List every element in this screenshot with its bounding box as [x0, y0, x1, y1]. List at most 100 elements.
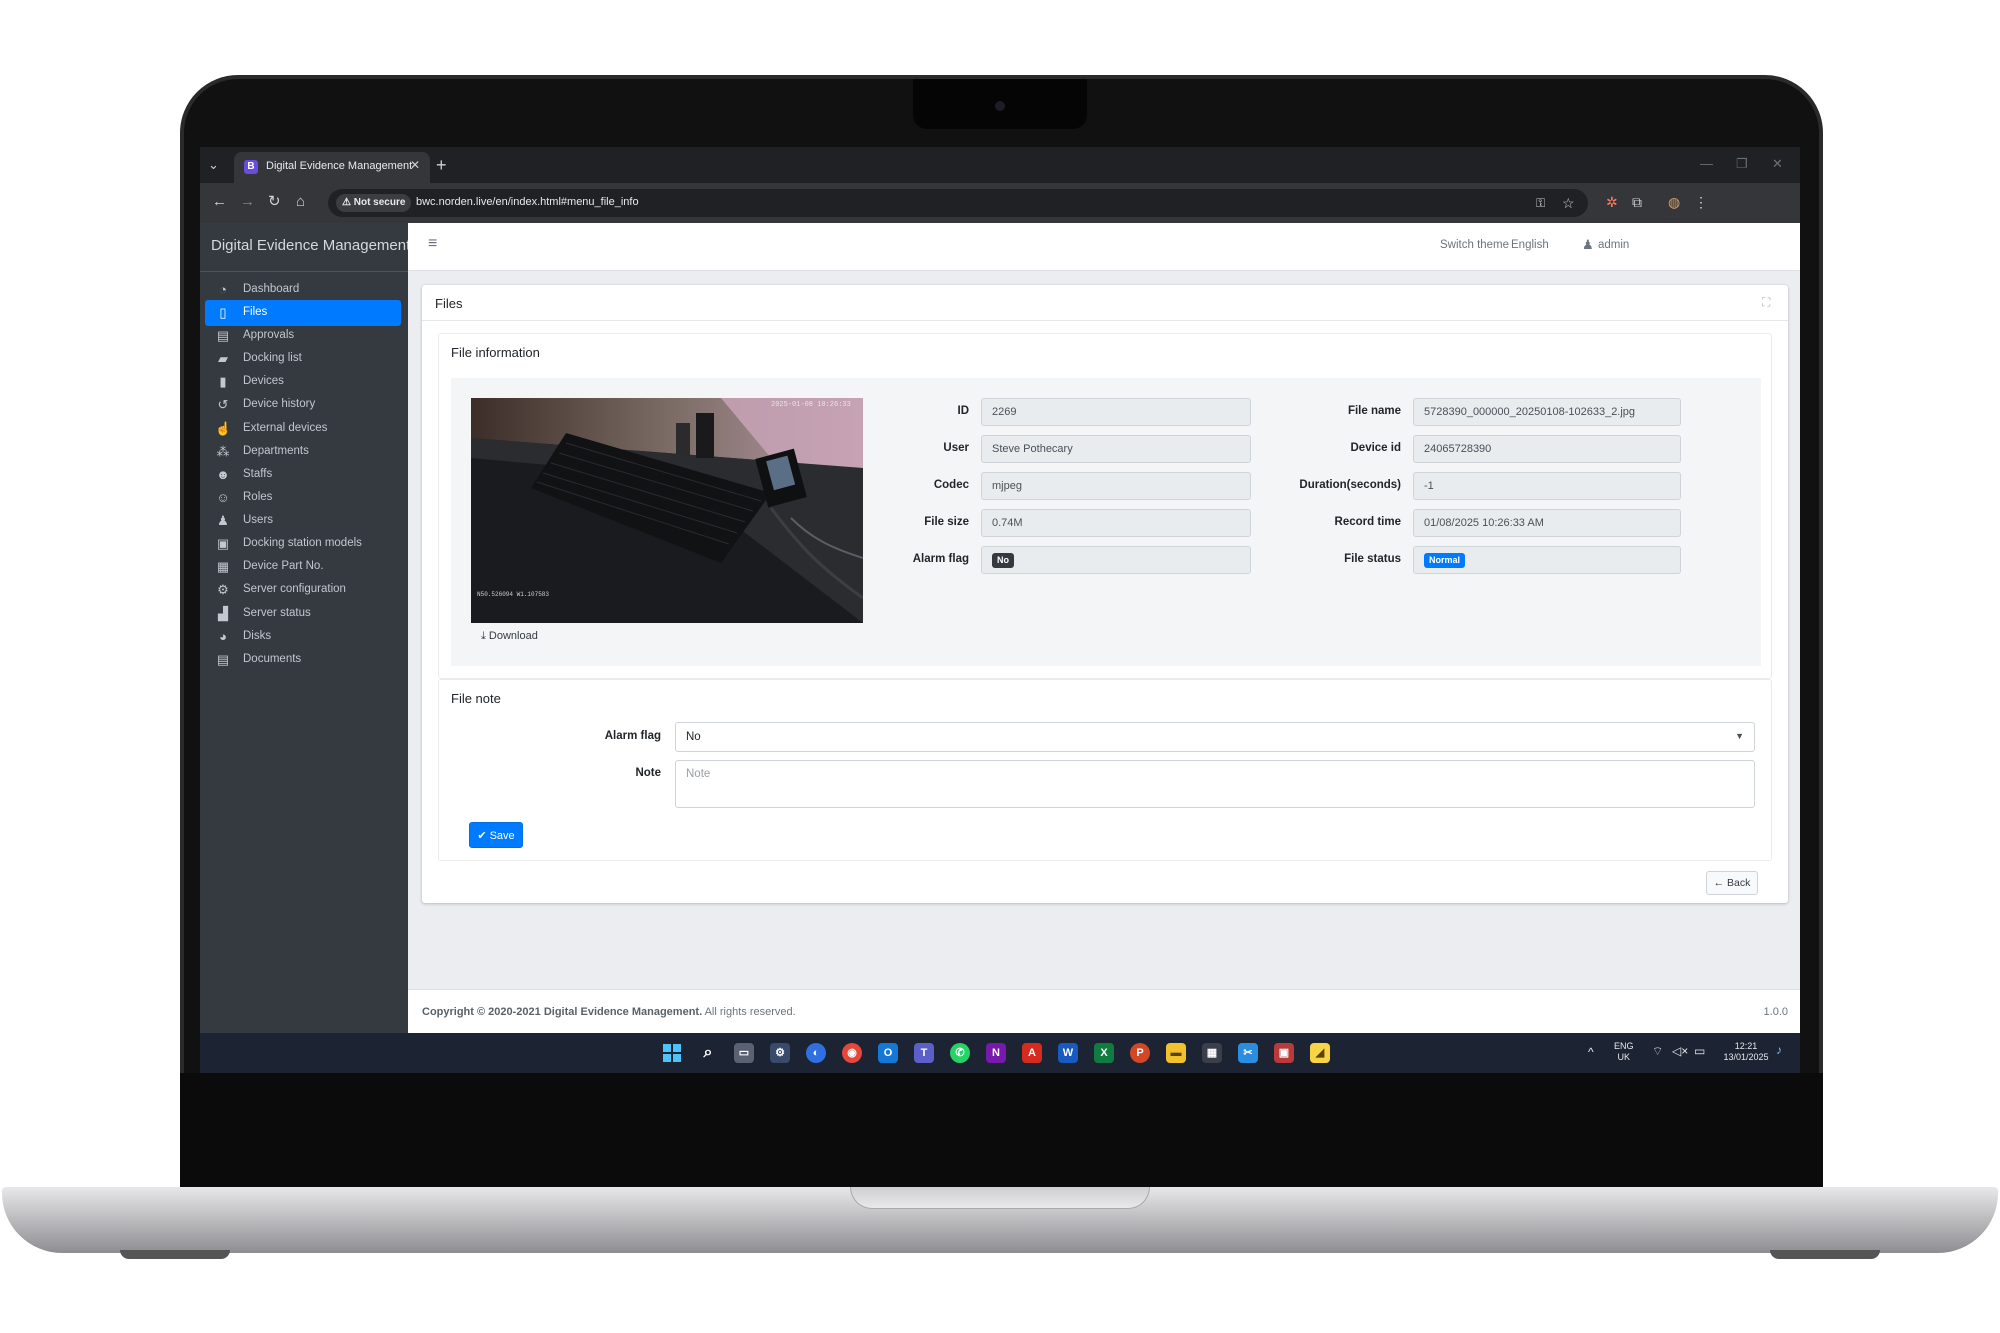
back-arrow-icon[interactable]: ←: [212, 193, 227, 211]
hubspot-extension-icon[interactable]: ✲: [1606, 193, 1618, 211]
sidebar-item-server-configuration[interactable]: ⚙ Server configuration: [205, 577, 401, 603]
pie-icon: ◕: [219, 629, 227, 644]
file-status-field[interactable]: Normal: [1413, 546, 1681, 574]
sidebar-item-label: Files: [243, 306, 268, 318]
notification-bell-icon[interactable]: ♪: [1776, 1044, 1782, 1056]
word-icon[interactable]: W: [1058, 1043, 1078, 1063]
laptop-foot-left: [120, 1250, 230, 1259]
password-key-icon[interactable]: ⚿: [1536, 194, 1545, 212]
teams-icon[interactable]: T: [914, 1043, 934, 1063]
reload-icon[interactable]: ↻: [268, 193, 281, 211]
sidebar-item-label: Approvals: [243, 329, 295, 341]
browser-tab-strip: ⌄ B Digital Evidence Management ✕ + — ❐ …: [200, 147, 1800, 183]
snipping-tool-icon[interactable]: ✂: [1238, 1043, 1258, 1063]
note-textarea[interactable]: [675, 760, 1755, 808]
tab-title: Digital Evidence Management: [266, 160, 413, 172]
clock[interactable]: 12:21 13/01/2025: [1720, 1041, 1772, 1063]
file-size-field[interactable]: 0.74M: [981, 509, 1251, 537]
alarm-flag-badge: No: [992, 553, 1014, 568]
forward-arrow-icon[interactable]: →: [240, 193, 255, 211]
volume-muted-icon[interactable]: ◁×: [1672, 1045, 1688, 1057]
sidebar-item-label: Device history: [243, 398, 316, 410]
file-explorer-icon[interactable]: ▬: [1166, 1043, 1186, 1063]
browser-tab[interactable]: B Digital Evidence Management ✕: [234, 152, 430, 183]
file-name-field[interactable]: 5728390_000000_20250108-102633_2.jpg: [1413, 398, 1681, 426]
tab-close-icon[interactable]: ✕: [410, 158, 420, 172]
tab-search-icon[interactable]: ⌄: [208, 155, 219, 175]
window-close-icon[interactable]: ✕: [1772, 154, 1783, 174]
camera-icon: [995, 101, 1005, 111]
task-view-icon[interactable]: ▭: [734, 1043, 754, 1063]
copyright-bold: Copyright © 2020-2021 Digital Evidence M…: [422, 1006, 703, 1018]
download-label: Download: [488, 630, 538, 642]
new-tab-icon[interactable]: +: [436, 155, 447, 175]
laptop-chin: [180, 1073, 1823, 1190]
note-label: Note: [635, 767, 661, 779]
record-time-label: Record time: [1334, 516, 1401, 528]
home-icon[interactable]: ⌂: [296, 193, 305, 211]
id-field[interactable]: 2269: [981, 398, 1251, 426]
roles-icon: ☺: [216, 490, 230, 505]
excel-icon[interactable]: X: [1094, 1043, 1114, 1063]
outlook-icon[interactable]: O: [878, 1043, 898, 1063]
chrome-icon[interactable]: ◉: [842, 1043, 862, 1063]
sidebar-item-label: Devices: [243, 375, 284, 387]
windows-start-icon[interactable]: [662, 1043, 682, 1063]
battery-icon[interactable]: ▭: [1694, 1045, 1705, 1057]
device-id-field[interactable]: 24065728390: [1413, 435, 1681, 463]
address-bar[interactable]: ⚠ Not secure bwc.norden.live/en/index.ht…: [328, 189, 1588, 217]
copilot-icon[interactable]: ◐: [806, 1043, 826, 1063]
download-icon: ⤓: [481, 630, 489, 642]
sidebar-item-documents[interactable]: ▤ Documents: [205, 647, 401, 673]
laptop-opening-notch: [850, 1187, 1150, 1209]
wifi-icon[interactable]: ⌔: [1652, 1045, 1663, 1057]
download-link[interactable]: ⤓ Download: [481, 630, 538, 643]
browser-menu-icon[interactable]: ⋮: [1694, 193, 1708, 211]
hamburger-menu-icon[interactable]: ≡: [428, 235, 437, 253]
save-button[interactable]: ✔ Save: [469, 822, 523, 848]
user-icon[interactable]: ♟: [1582, 237, 1594, 253]
sticky-notes-icon[interactable]: ◢: [1310, 1043, 1330, 1063]
browser-toolbar: ← → ↻ ⌂ ⚠ Not secure bwc.norden.live/en/…: [200, 183, 1800, 223]
user-field[interactable]: Steve Pothecary: [981, 435, 1251, 463]
powerpoint-icon[interactable]: P: [1130, 1043, 1150, 1063]
file-thumbnail[interactable]: 2025-01-08 10:26:33 N50.526094 W1.107583: [471, 398, 863, 623]
remote-desktop-icon[interactable]: ▣: [1274, 1043, 1294, 1063]
top-navbar: ≡ Switch theme English ♟ admin: [408, 223, 1800, 271]
chevron-up-icon[interactable]: ^: [1588, 1046, 1594, 1058]
codec-field[interactable]: mjpeg: [981, 472, 1251, 500]
window-minimize-icon[interactable]: —: [1700, 154, 1713, 174]
back-button[interactable]: ← Back: [1706, 871, 1758, 895]
user-menu[interactable]: admin: [1598, 239, 1629, 251]
alarm-flag-select[interactable]: No ▼: [675, 722, 1755, 752]
switch-theme-link[interactable]: Switch theme: [1440, 239, 1509, 251]
whatsapp-icon[interactable]: ✆: [950, 1043, 970, 1063]
search-icon[interactable]: ⌕: [698, 1043, 718, 1063]
thumbnail-gps: N50.526094 W1.107583: [477, 591, 549, 598]
acrobat-icon[interactable]: A: [1022, 1043, 1042, 1063]
save-icon: ▣: [216, 536, 230, 551]
sidebar-item-device-history[interactable]: ↺ Device history: [205, 392, 401, 418]
language-link[interactable]: English: [1511, 239, 1549, 251]
duration-field[interactable]: -1: [1413, 472, 1681, 500]
window-restore-icon[interactable]: ❐: [1736, 154, 1748, 174]
arrow-left-icon: ←: [1713, 877, 1728, 889]
profile-avatar-icon[interactable]: ◍: [1668, 193, 1680, 211]
fullscreen-expand-icon[interactable]: ⛶: [1762, 295, 1770, 310]
note-alarm-flag-label: Alarm flag: [604, 730, 661, 742]
settings-gear-icon[interactable]: ⚙: [770, 1043, 790, 1063]
users-icon: ♟: [217, 513, 229, 528]
alarm-flag-field[interactable]: No: [981, 546, 1251, 574]
language-indicator[interactable]: ENG UK: [1614, 1041, 1634, 1063]
check-icon: ✔: [477, 829, 490, 842]
record-time-field[interactable]: 01/08/2025 10:26:33 AM: [1413, 509, 1681, 537]
extensions-puzzle-icon[interactable]: ⧉: [1632, 193, 1642, 211]
not-secure-badge[interactable]: ⚠ Not secure: [336, 194, 412, 212]
bookmark-star-icon[interactable]: ☆: [1562, 194, 1575, 212]
url-text[interactable]: bwc.norden.live/en/index.html#menu_file_…: [416, 196, 639, 208]
brand-title[interactable]: Digital Evidence Management: [211, 237, 410, 254]
calculator-icon[interactable]: ▦: [1202, 1043, 1222, 1063]
brand-divider: [200, 271, 408, 272]
clock-time: 12:21: [1734, 1041, 1758, 1051]
onenote-icon[interactable]: N: [986, 1043, 1006, 1063]
